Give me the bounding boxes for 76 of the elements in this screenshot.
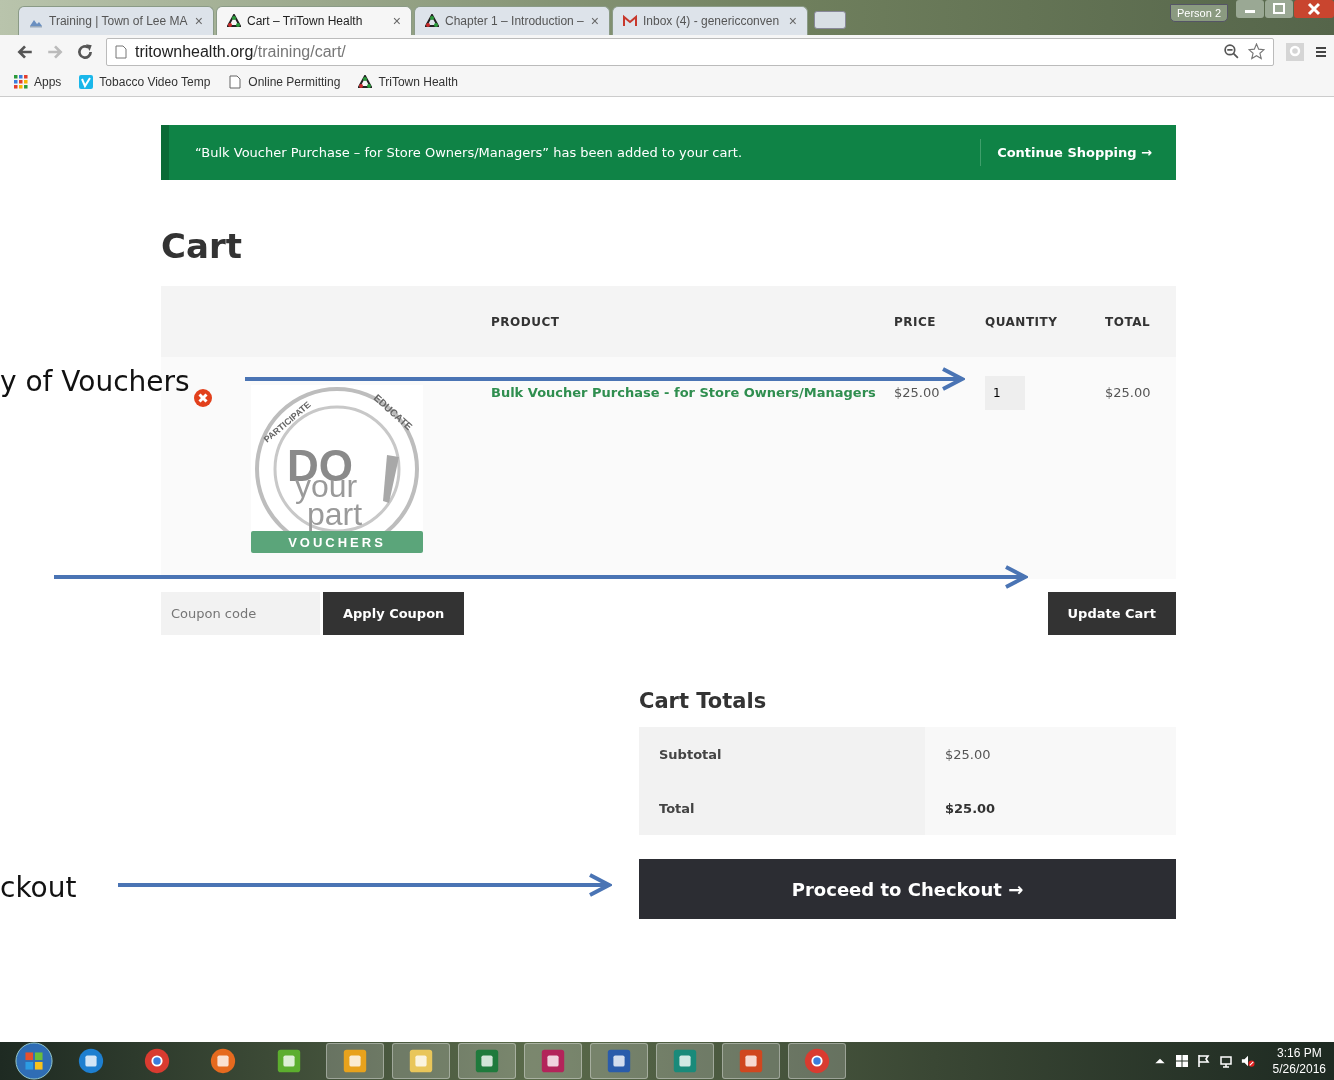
total-cell-text: $25.00: [1105, 385, 1152, 400]
network-icon[interactable]: [1218, 1054, 1233, 1068]
coupon-field[interactable]: Coupon code: [161, 592, 320, 635]
annotation-text: y of Vouchers: [0, 366, 190, 398]
document-app-icon: [605, 1047, 633, 1075]
browser-tab[interactable]: Training | Town of Lee MA ×: [18, 6, 214, 35]
bookmark-link[interactable]: Online Permitting: [228, 75, 341, 89]
tab-close-button[interactable]: ×: [392, 13, 401, 29]
clock-date: 5/26/2016: [1272, 1061, 1326, 1077]
zoom-icon[interactable]: [1223, 43, 1240, 60]
column-header: QUANTITY: [985, 314, 1059, 329]
quantity-field[interactable]: 1: [985, 376, 1025, 410]
app-icon: [275, 1047, 303, 1075]
mail-icon: [623, 14, 637, 28]
continue-shopping-link[interactable]: Continue Shopping →: [980, 139, 1176, 166]
annotation-text: ckout: [0, 872, 77, 904]
muted-speaker-icon[interactable]: [1240, 1054, 1255, 1068]
checkout-button[interactable]: Proceed to Checkout →: [639, 859, 1176, 919]
tab-close-button[interactable]: ×: [194, 13, 203, 29]
logo-banner-text: VOUCHERS: [288, 535, 386, 550]
logo-text: part: [307, 496, 363, 532]
taskbar-button[interactable]: [524, 1043, 582, 1079]
tab-title: Training | Town of Lee MA: [49, 14, 189, 28]
triangle-logo-icon: [227, 14, 241, 28]
address-bar[interactable]: tritownhealth.org/training/cart/: [106, 37, 1274, 66]
apply-coupon-button[interactable]: Apply Coupon: [323, 592, 465, 635]
url-text: tritownhealth.org/training/cart/: [135, 42, 346, 61]
video-logo-icon: [79, 75, 94, 89]
cart-totals-heading: Cart Totals: [639, 689, 768, 713]
reload-button[interactable]: [76, 42, 94, 61]
triangle-logo-icon: [425, 14, 439, 28]
mail-app-icon: [341, 1047, 369, 1075]
page-title: Cart: [161, 226, 243, 266]
tab-close-button[interactable]: ×: [788, 13, 797, 29]
bookmark-star-icon[interactable]: [1248, 43, 1265, 60]
totals-value: $25.00: [925, 781, 1176, 835]
bookmark-link[interactable]: TriTown Health: [358, 75, 458, 89]
column-header: PRICE: [894, 314, 937, 329]
minimize-button[interactable]: [1236, 0, 1264, 18]
page-icon: [115, 44, 127, 59]
page-icon: [228, 75, 243, 89]
start-button[interactable]: [14, 1042, 54, 1080]
bookmark-link[interactable]: Tobacco Video Temp: [79, 75, 211, 89]
apps-grid-icon: [14, 75, 28, 89]
spreadsheet-app-icon: [473, 1047, 501, 1075]
product-link[interactable]: Bulk Voucher Purchase - for Store Owners/Managers: [491, 385, 876, 400]
new-tab-button[interactable]: [814, 11, 846, 29]
flag-icon[interactable]: [1196, 1054, 1211, 1068]
remove-icon[interactable]: [194, 389, 212, 407]
folder-icon: [407, 1047, 435, 1075]
notice-message: “Bulk Voucher Purchase – for Store Owners/Managers” has been added to your cart.: [195, 145, 744, 160]
clock-time: 3:16 PM: [1276, 1045, 1322, 1061]
triangle-logo-icon: [358, 75, 373, 89]
browser-tab[interactable]: Chapter 1 – Introduction – ×: [414, 6, 610, 35]
menu-icon[interactable]: [1316, 44, 1326, 59]
browser-tab[interactable]: Inbox (4) - genericconven ×: [612, 6, 808, 35]
totals-label: Subtotal: [639, 727, 925, 781]
price-cell-text: $25.00: [894, 385, 941, 400]
tab-close-button[interactable]: ×: [590, 13, 599, 29]
tab-title: Inbox (4) - genericconven: [643, 14, 781, 28]
publishing-app-icon: [671, 1047, 699, 1075]
presentation-app-icon: [737, 1047, 765, 1075]
totals-value: $25.00: [925, 727, 1176, 781]
column-header: PRODUCT: [491, 314, 561, 329]
column-header: TOTAL: [1105, 314, 1152, 329]
browser-tab[interactable]: Cart – TriTown Health ×: [216, 6, 412, 35]
database-app-icon: [539, 1047, 567, 1075]
maximize-button[interactable]: [1265, 0, 1293, 18]
update-cart-button[interactable]: Update Cart: [1047, 592, 1176, 635]
windows-logo-icon[interactable]: [1174, 1054, 1189, 1068]
tab-title: Chapter 1 – Introduction –: [445, 14, 585, 28]
bookmark-link[interactable]: Apps: [14, 75, 62, 89]
close-button[interactable]: [1294, 0, 1334, 18]
taskbar-button[interactable]: [590, 1043, 648, 1079]
totals-label: Total: [639, 781, 925, 835]
tab-title: Cart – TriTown Health: [247, 14, 364, 28]
